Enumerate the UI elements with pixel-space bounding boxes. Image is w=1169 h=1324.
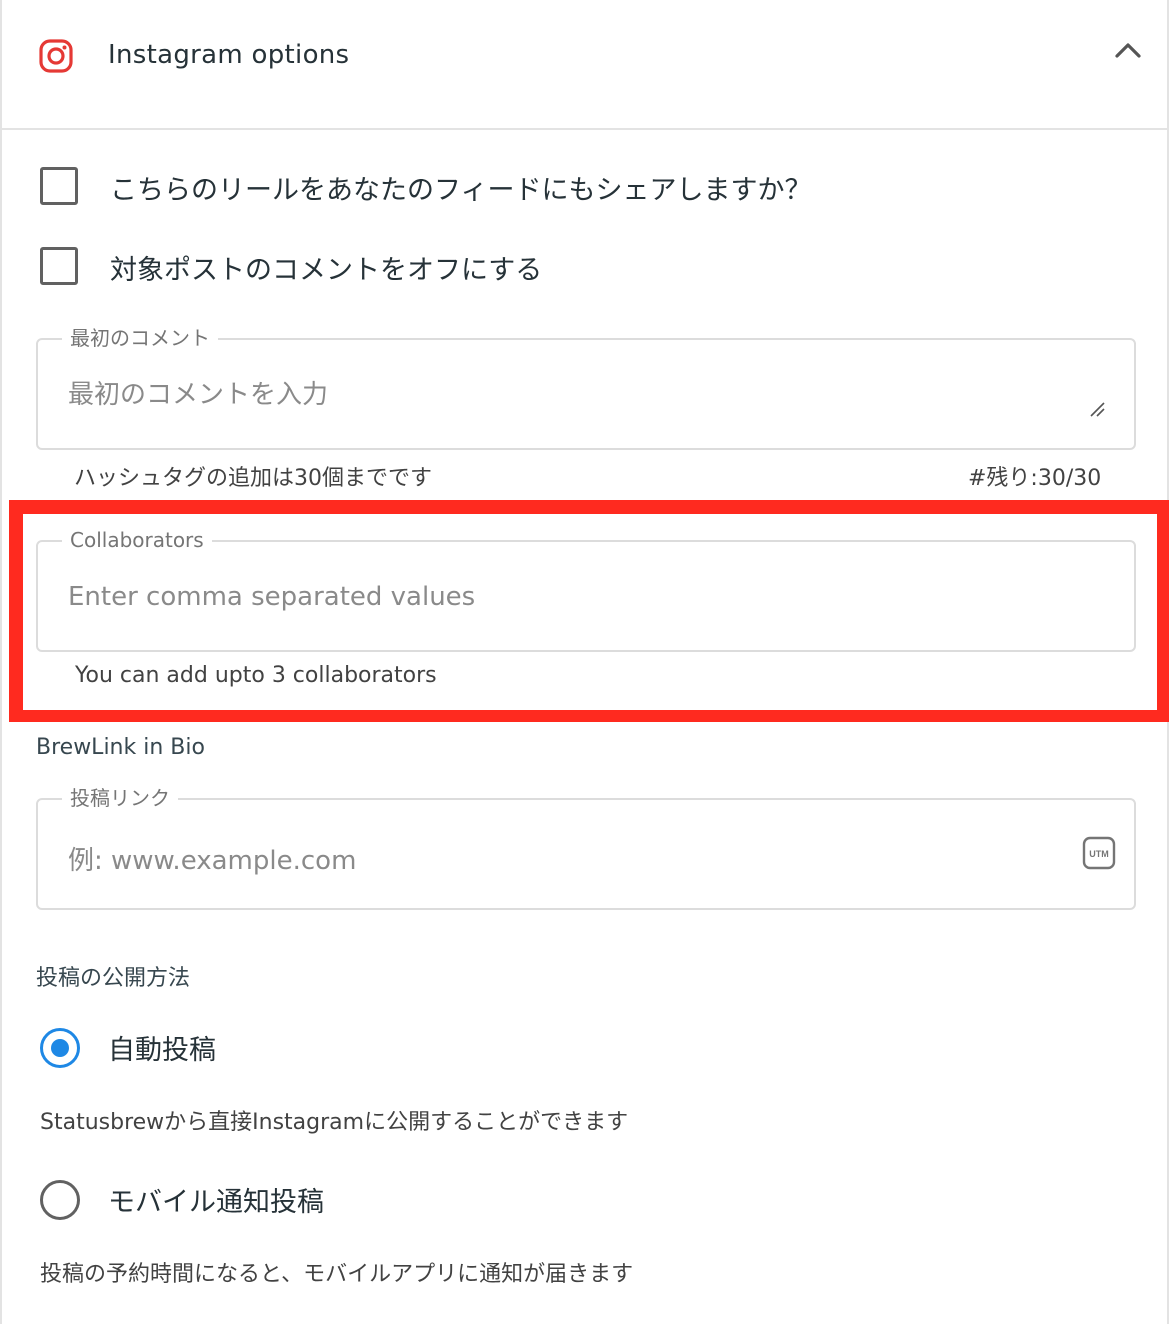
first-comment-field[interactable]: 最初のコメント 最初のコメントを入力	[36, 324, 1136, 450]
brewlink-section-label: BrewLink in Bio	[36, 735, 205, 760]
instagram-options-header[interactable]: Instagram options	[2, 0, 1167, 130]
utm-icon[interactable]: UTM	[1082, 836, 1116, 870]
radio-unselected[interactable]	[40, 1180, 80, 1220]
share-reel-to-feed-checkbox[interactable]: こちらのリールをあなたのフィードにもシェアしますか？	[40, 166, 811, 206]
first-comment-placeholder: 最初のコメントを入力	[68, 380, 329, 410]
checkbox-label: 対象ポストのコメントをオフにする	[110, 255, 543, 286]
header-title: Instagram options	[108, 40, 350, 70]
post-link-label: 投稿リンク	[62, 784, 178, 812]
mobile-notification-label: モバイル通知投稿	[108, 1187, 324, 1218]
radio-selected[interactable]	[40, 1028, 80, 1068]
first-comment-label: 最初のコメント	[62, 324, 218, 352]
chevron-up-icon[interactable]	[1112, 38, 1144, 62]
post-link-input[interactable]: 例: www.example.com	[68, 840, 356, 877]
hashtag-limit-helper: ハッシュタグの追加は30個までです	[74, 466, 432, 491]
utm-icon-text: UTM	[1089, 849, 1109, 859]
post-link-field[interactable]: 投稿リンク 例: www.example.com UTM	[36, 784, 1136, 910]
resize-handle-icon[interactable]	[1088, 400, 1106, 418]
auto-post-description: Statusbrewから直接Instagramに公開することができます	[40, 1110, 629, 1135]
auto-post-label: 自動投稿	[108, 1035, 216, 1066]
mobile-notification-description: 投稿の予約時間になると、モバイルアプリに通知が届きます	[40, 1262, 634, 1287]
collaborators-highlight	[9, 500, 1169, 722]
publish-method-label: 投稿の公開方法	[36, 966, 191, 991]
checkbox-box[interactable]	[40, 167, 78, 205]
instagram-icon	[39, 39, 73, 73]
hashtag-counter: #残り:30/30	[968, 466, 1102, 491]
instagram-options-panel: Instagram options こちらのリールをあなたのフィードにもシェアし…	[0, 0, 1169, 1324]
radio-dot	[51, 1039, 69, 1057]
checkbox-label: こちらのリールをあなたのフィードにもシェアしますか？	[110, 175, 812, 206]
turn-off-comments-checkbox[interactable]: 対象ポストのコメントをオフにする	[40, 246, 542, 286]
checkbox-box[interactable]	[40, 247, 78, 285]
